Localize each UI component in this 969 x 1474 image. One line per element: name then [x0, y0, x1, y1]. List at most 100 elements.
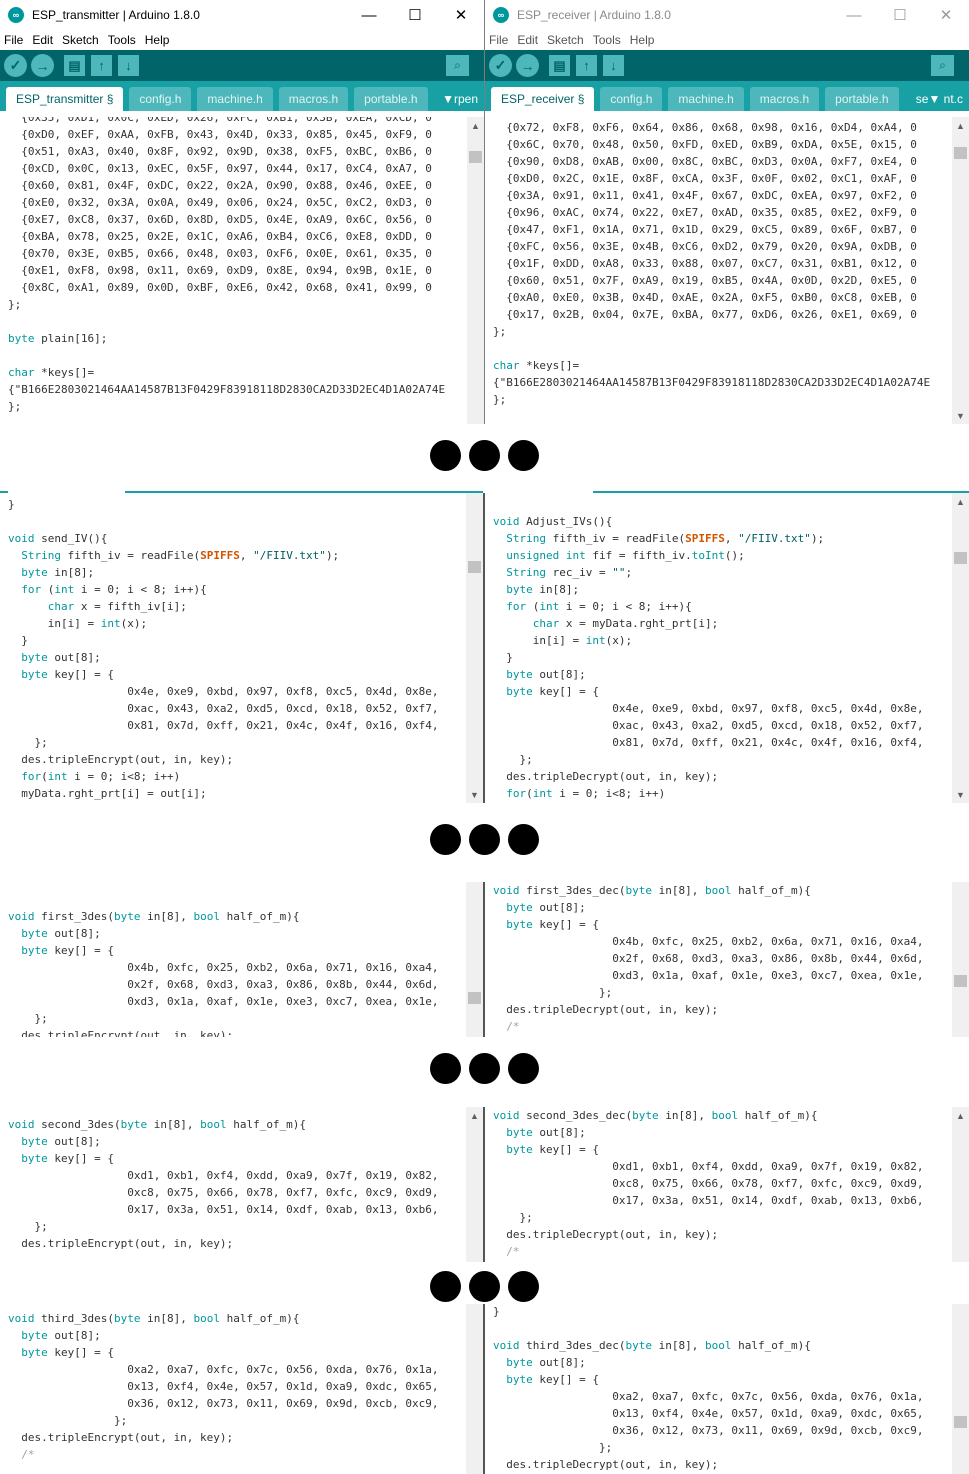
- code-editor[interactable]: {0x35, 0xD1, 0x0C, 0xED, 0x26, 0xFC, 0xB…: [0, 117, 467, 424]
- scroll-up-icon[interactable]: ▲: [952, 1107, 969, 1124]
- ellipsis-dot: [508, 824, 539, 855]
- menu-file[interactable]: File: [489, 33, 508, 47]
- code-line: byte key[] = {: [506, 918, 599, 931]
- code-line: {"B166E2803021464AA14587B13F0429F8391811…: [493, 376, 931, 389]
- vertical-scrollbar[interactable]: ▼: [466, 493, 483, 803]
- scroll-up-icon[interactable]: ▲: [466, 1107, 483, 1124]
- tab-portable-h[interactable]: portable.h: [825, 87, 899, 111]
- tab-macros-h[interactable]: macros.h: [749, 87, 820, 111]
- scroll-up-icon[interactable]: ▲: [467, 117, 484, 134]
- menu-sketch[interactable]: Sketch: [547, 33, 584, 47]
- tab-menu-icon[interactable]: ▼ nt.c: [928, 92, 963, 106]
- upload-button[interactable]: →: [516, 54, 539, 77]
- code-line: des.tripleEncrypt(out, in, key);: [8, 1237, 234, 1250]
- tab-config-h[interactable]: config.h: [129, 87, 192, 111]
- scroll-thumb[interactable]: [954, 552, 967, 564]
- code-line: {0x90, 0xD8, 0xAB, 0x00, 0x8C, 0xBC, 0xD…: [493, 155, 917, 168]
- vertical-scrollbar[interactable]: [952, 882, 969, 1037]
- maximize-button[interactable]: ☐: [392, 0, 438, 30]
- transmitter-pane: void second_3des(byte in[8], bool half_o…: [0, 1107, 483, 1262]
- new-sketch-button[interactable]: ▤: [64, 55, 85, 76]
- close-button[interactable]: ✕: [438, 0, 484, 30]
- save-sketch-button[interactable]: ↓: [603, 55, 624, 76]
- vertical-scrollbar[interactable]: ▲: [952, 1107, 969, 1262]
- scroll-down-icon[interactable]: ▼: [952, 407, 969, 424]
- code-line: des.tripleDecrypt(out, in, key);: [493, 1458, 719, 1471]
- menu-edit[interactable]: Edit: [32, 33, 53, 47]
- tab-macros-h[interactable]: macros.h: [278, 87, 349, 111]
- tab-esp-receiver[interactable]: ESP_receiver §: [491, 87, 595, 111]
- code-editor[interactable]: } void send_IV(){ String fifth_iv = read…: [0, 493, 466, 803]
- code-editor[interactable]: void first_3des_dec(byte in[8], bool hal…: [485, 882, 952, 1037]
- receiver-window: ∞ ESP_receiver | Arduino 1.8.0 — ☐ ✕ Fil…: [485, 0, 969, 424]
- vertical-scrollbar[interactable]: [466, 882, 483, 1037]
- code-editor[interactable]: void second_3des_dec(byte in[8], bool ha…: [485, 1107, 952, 1262]
- scroll-thumb[interactable]: [468, 992, 481, 1004]
- tab-menu-icon[interactable]: ▼: [442, 92, 454, 106]
- code-editor[interactable]: void third_3des(byte in[8], bool half_of…: [0, 1304, 466, 1474]
- maximize-button[interactable]: ☐: [877, 0, 923, 30]
- minimize-button[interactable]: —: [346, 0, 392, 30]
- ellipsis-dot: [430, 824, 461, 855]
- scroll-down-icon[interactable]: ▼: [466, 786, 483, 803]
- scroll-up-icon[interactable]: ▲: [952, 493, 969, 510]
- scroll-down-icon[interactable]: ▼: [952, 786, 969, 803]
- code-editor[interactable]: void second_3des(byte in[8], bool half_o…: [0, 1107, 466, 1262]
- menu-file[interactable]: File: [4, 33, 23, 47]
- vertical-scrollbar[interactable]: [466, 1304, 483, 1474]
- scroll-thumb[interactable]: [954, 147, 967, 159]
- tab-config-h[interactable]: config.h: [600, 87, 663, 111]
- code-editor[interactable]: {0x72, 0xF8, 0xF6, 0x64, 0x86, 0x68, 0x9…: [485, 117, 952, 424]
- vertical-scrollbar[interactable]: ▲: [466, 1107, 483, 1262]
- scroll-thumb[interactable]: [954, 975, 967, 987]
- minimize-button[interactable]: —: [831, 0, 877, 30]
- ellipsis-dots: [0, 1053, 969, 1084]
- scroll-thumb[interactable]: [954, 1416, 967, 1428]
- code-editor[interactable]: void first_3des(byte in[8], bool half_of…: [0, 882, 466, 1037]
- new-sketch-button[interactable]: ▤: [549, 55, 570, 76]
- tab-overflow-label[interactable]: se: [916, 92, 929, 106]
- code-line: {0x8C, 0xA1, 0x89, 0x0D, 0xBF, 0xE6, 0x4…: [8, 281, 432, 294]
- tab-machine-h[interactable]: machine.h: [668, 87, 744, 111]
- menu-tools[interactable]: Tools: [593, 33, 621, 47]
- vertical-scrollbar[interactable]: ▲: [467, 117, 484, 424]
- code-line: byte key[] = {: [506, 685, 599, 698]
- menu-help[interactable]: Help: [630, 33, 655, 47]
- code-line: void second_3des_dec(byte in[8], bool ha…: [493, 1109, 818, 1122]
- open-sketch-button[interactable]: ↑: [91, 55, 112, 76]
- verify-button[interactable]: ✓: [4, 54, 27, 77]
- vertical-scrollbar[interactable]: [952, 1304, 969, 1474]
- code-line: 0xd3, 0x1a, 0xaf, 0x1e, 0xe3, 0xc7, 0xea…: [8, 995, 439, 1008]
- upload-button[interactable]: →: [31, 54, 54, 77]
- tab-esp-transmitter[interactable]: ESP_transmitter §: [6, 87, 124, 111]
- code-editor[interactable]: } void third_3des_dec(byte in[8], bool h…: [485, 1304, 952, 1474]
- code-text: } void send_IV(){ String fifth_iv = read…: [0, 493, 466, 802]
- menu-sketch[interactable]: Sketch: [62, 33, 99, 47]
- vertical-scrollbar[interactable]: ▲ ▼: [952, 117, 969, 424]
- close-button[interactable]: ✕: [923, 0, 969, 30]
- title-bar: ∞ ESP_receiver | Arduino 1.8.0 — ☐ ✕: [485, 0, 969, 30]
- scroll-thumb[interactable]: [469, 151, 482, 163]
- vertical-scrollbar[interactable]: ▲ ▼: [952, 493, 969, 803]
- scroll-up-icon[interactable]: ▲: [952, 117, 969, 134]
- ellipsis-dot: [469, 440, 500, 471]
- menu-help[interactable]: Help: [145, 33, 170, 47]
- tab-portable-h[interactable]: portable.h: [354, 87, 428, 111]
- open-sketch-button[interactable]: ↑: [576, 55, 597, 76]
- window-divider: [483, 1304, 485, 1474]
- code-line: {0x51, 0xA3, 0x40, 0x8F, 0x92, 0x9D, 0x3…: [8, 145, 432, 158]
- scroll-thumb[interactable]: [468, 561, 481, 573]
- menu-tools[interactable]: Tools: [108, 33, 136, 47]
- serial-monitor-button[interactable]: ⌕: [446, 55, 469, 76]
- menu-edit[interactable]: Edit: [517, 33, 538, 47]
- verify-button[interactable]: ✓: [489, 54, 512, 77]
- arduino-logo-icon: ∞: [493, 7, 509, 23]
- serial-monitor-button[interactable]: ⌕: [931, 55, 954, 76]
- save-sketch-button[interactable]: ↓: [118, 55, 139, 76]
- tab-machine-h[interactable]: machine.h: [197, 87, 273, 111]
- code-line: {0x60, 0x51, 0x7F, 0xA9, 0x19, 0xB5, 0x4…: [493, 274, 917, 287]
- tab-overflow-label[interactable]: rpen: [454, 92, 478, 106]
- code-editor[interactable]: void Adjust_IVs(){ String fifth_iv = rea…: [485, 493, 952, 803]
